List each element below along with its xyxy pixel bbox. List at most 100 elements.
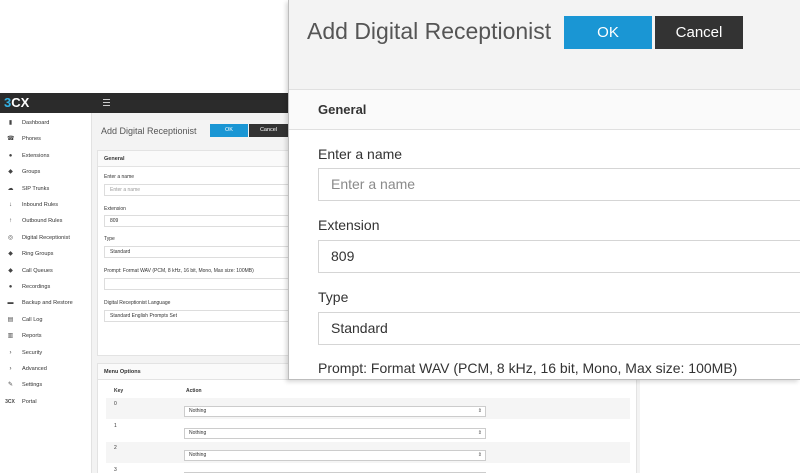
sidebar-item-ring-groups[interactable]: ◆ Ring Groups [0,247,92,261]
zoomed-detail: Add Digital Receptionist OK Cancel Gener… [288,0,800,380]
sidebar-item-label: Settings [22,382,43,389]
sidebar-item-label: Advanced [22,366,47,372]
bar-chart-icon: ▮ [8,120,13,126]
key-cell: 1 [114,423,117,429]
headset-icon: ◎ [7,234,14,241]
sidebar-item-label: Call Queues [22,267,53,274]
general-panel: General Enter a name Enter a name Extens… [97,150,297,356]
type-select[interactable]: Standard [318,312,800,345]
chevron-right-icon: › [9,366,12,372]
sidebar-item-outbound-rules[interactable]: ↑ Outbound Rules [0,214,92,228]
sidebar-item-label: SIP Trunks [22,185,50,192]
3cx-logo-icon: 3CX [5,398,15,405]
report-icon: ▥ [7,333,14,340]
key-cell: 0 [114,401,117,407]
sidebar-item-label: Recordings [22,284,51,290]
extension-label: Extension [104,206,126,212]
sidebar-item-label: Portal [22,398,37,405]
sidebar-item-sip-trunks[interactable]: ☁ SIP Trunks [0,182,92,196]
action-select[interactable]: Nothing ⇕ [184,406,486,417]
sidebar-item-label: Digital Receptionist [22,234,70,241]
prompt-file-input[interactable] [104,278,294,290]
user-icon: ● [8,152,13,159]
cancel-button[interactable]: Cancel [655,16,743,49]
key-column-header: Key [114,388,124,394]
sidebar-item-security[interactable]: › Security [0,346,92,360]
cloud-icon: ☁ [7,185,14,192]
sidebar-item-label: Inbound Rules [22,202,59,208]
arrow-down-icon: ↓ [9,202,12,208]
sidebar-item-label: Security [22,349,43,356]
sidebar-item-label: Groups [22,169,41,176]
sidebar-item-inbound-rules[interactable]: ↓ Inbound Rules [0,198,92,212]
sidebar-item-label: Reports [22,333,42,340]
group-icon: ◆ [8,251,13,258]
table-row: 0 Nothing ⇕ [106,398,630,419]
sidebar-item-digital-receptionist[interactable]: ◎ Digital Receptionist [0,231,92,245]
action-select[interactable]: Nothing ⇕ [184,428,486,439]
extension-input[interactable]: 809 [318,240,800,273]
sidebar-item-reports[interactable]: ▥ Reports [0,329,92,343]
select-caret-icon: ⇕ [477,452,482,458]
select-caret-icon: ⇕ [477,408,482,414]
table-row: 2 Nothing ⇕ [106,442,630,463]
type-label: Type [104,236,115,242]
phone-icon: ☎ [7,136,15,143]
key-cell: 2 [114,445,117,451]
sidebar-item-call-queues[interactable]: ◆ Call Queues [0,264,92,278]
type-label: Type [318,289,349,305]
sidebar-item-recordings[interactable]: ● Recordings [0,280,92,294]
menu-toggle-icon[interactable] [103,99,110,106]
sidebar-item-advanced[interactable]: › Advanced [0,362,92,376]
general-panel: General Enter a name Enter a name Extens… [289,89,800,379]
sidebar-item-label: Dashboard [22,120,50,126]
sidebar-item-label: Extensions [22,152,50,159]
action-value: Nothing [189,452,207,458]
sidebar-item-call-log[interactable]: ▤ Call Log [0,313,92,327]
name-label: Enter a name [104,174,135,180]
prompt-label: Prompt: Format WAV (PCM, 8 kHz, 16 bit, … [104,268,254,274]
sidebar-item-label: Call Log [22,316,43,323]
page-title: Add Digital Receptionist [307,18,552,44]
name-input[interactable]: Enter a name [318,168,800,201]
sidebar-item-phones[interactable]: ☎ Phones [0,132,92,146]
action-select[interactable]: Nothing ⇕ [184,450,486,461]
language-label: Digital Receptionist Language [104,300,171,306]
prompt-label: Prompt: Format WAV (PCM, 8 kHz, 16 bit, … [318,360,738,376]
3cx-logo[interactable]: 3CX [4,95,29,111]
sidebar-item-backup-and-restore[interactable]: ▬ Backup and Restore [0,296,92,310]
extension-label: Extension [318,217,380,233]
cancel-button[interactable]: Cancel [249,124,288,137]
general-heading: General [289,90,800,130]
sidebar-item-extensions[interactable]: ● Extensions [0,149,92,163]
table-row: 3Nothing⇕ [106,464,630,473]
arrow-up-icon: ↑ [9,218,12,225]
name-input[interactable]: Enter a name [104,184,294,196]
action-column-header: Action [186,388,202,394]
ok-button[interactable]: OK [210,124,248,137]
sidebar-item-label: Outbound Rules [22,218,63,225]
name-label: Enter a name [318,146,403,162]
general-heading: General [98,151,296,167]
sidebar-item-dashboard[interactable]: ▮ Dashboard [0,116,92,130]
table-row: 1 Nothing ⇕ [106,420,630,441]
action-value: Nothing [189,430,207,436]
sidebar-item-settings[interactable]: ✎ Settings [0,378,92,392]
key-cell: 3 [114,467,117,473]
type-select[interactable]: Standard [104,246,294,258]
extension-input[interactable]: 809 [104,215,294,227]
sidebar-item-portal[interactable]: 3CX Portal [0,395,92,409]
language-select[interactable]: Standard English Prompts Set [104,310,294,322]
ok-button[interactable]: OK [564,16,652,49]
wrench-icon: ✎ [7,382,14,389]
log-icon: ▤ [7,316,14,323]
screenshot-stage: 3CX ▮ Dashboard ☎ Phones ● Extensions ◆ Groups ☁… [0,0,800,473]
sidebar: ▮ Dashboard ☎ Phones ● Extensions ◆ Groups ☁ SIP … [0,113,92,473]
sidebar-item-label: Phones [22,136,41,143]
sidebar-item-label: Backup and Restore [22,300,73,307]
select-caret-icon: ⇕ [477,430,482,436]
chevron-right-icon: › [9,349,12,356]
group-icon: ◆ [8,267,13,274]
sidebar-item-label: Ring Groups [22,251,54,258]
sidebar-item-groups[interactable]: ◆ Groups [0,165,92,179]
